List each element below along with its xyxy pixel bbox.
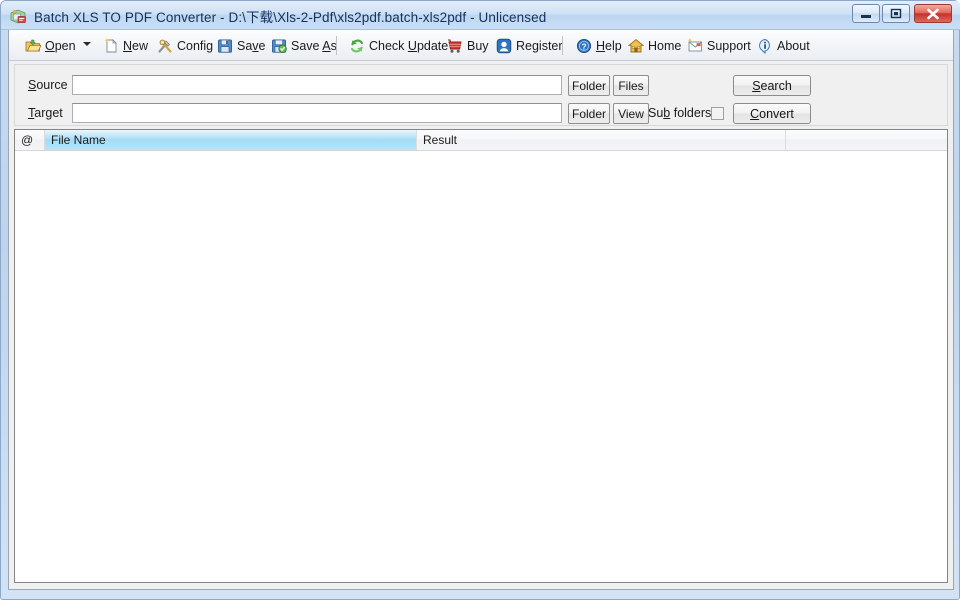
toolbar-separator-2 <box>562 36 563 55</box>
save-as-icon <box>271 38 287 54</box>
file-list-header: @ File Name Result <box>15 130 947 151</box>
title-bar[interactable]: Batch XLS TO PDF Converter - D:\下载\Xls-2… <box>1 1 960 30</box>
column-header-result[interactable]: Result <box>417 130 786 150</box>
application-window: Batch XLS TO PDF Converter - D:\下载\Xls-2… <box>0 0 960 600</box>
toolbar-button-check-update[interactable]: Check Update <box>345 33 452 58</box>
toolbar-button-config[interactable]: Config <box>153 33 217 58</box>
io-panel: Source Folder Files Sub folders Search T… <box>14 64 948 126</box>
target-folder-button[interactable]: Folder <box>568 103 610 124</box>
column-header-spare[interactable] <box>786 130 947 150</box>
source-folder-button[interactable]: Folder <box>568 75 610 96</box>
app-icon <box>10 7 28 25</box>
toolbar-button-about[interactable]: About <box>753 33 814 58</box>
minimize-icon <box>853 5 879 22</box>
toolbar-label-open: Open <box>45 38 76 53</box>
toolbar-button-save-as[interactable]: Save As <box>267 33 341 58</box>
toolbar-label-register: Register <box>516 38 563 53</box>
tools-icon <box>157 38 173 54</box>
close-button[interactable] <box>914 4 952 23</box>
envelope-icon <box>687 38 703 54</box>
target-view-button[interactable]: View <box>613 103 649 124</box>
source-files-button[interactable]: Files <box>613 75 649 96</box>
target-label: Target <box>28 106 63 120</box>
toolbar-label-save: Save <box>237 38 266 53</box>
file-list-body[interactable] <box>15 151 947 582</box>
toolbar-button-new[interactable]: New <box>99 33 152 58</box>
source-label: Source <box>28 78 68 92</box>
source-input[interactable] <box>72 75 562 95</box>
shopping-cart-icon <box>447 38 463 54</box>
toolbar-button-help[interactable]: ? Help <box>572 33 626 58</box>
refresh-icon <box>349 38 365 54</box>
toolbar-button-save[interactable]: Save <box>213 33 270 58</box>
info-icon <box>757 38 773 54</box>
toolbar-label-home: Home <box>648 38 682 53</box>
toolbar-button-register[interactable]: Register <box>492 33 567 58</box>
bottom-strip <box>9 584 953 589</box>
toolbar-label-help: Help <box>596 38 622 53</box>
toolbar-button-buy[interactable]: Buy <box>443 33 493 58</box>
toolbar-label-support: Support <box>707 38 751 53</box>
question-mark-icon: ? <box>576 38 592 54</box>
new-document-icon <box>103 38 119 54</box>
file-list[interactable]: @ File Name Result <box>14 129 948 583</box>
floppy-disk-icon <box>217 38 233 54</box>
toolbar-button-open[interactable]: Open <box>21 33 80 58</box>
subfolders-label: Sub folders <box>648 106 712 120</box>
toolbar-button-support[interactable]: Support <box>683 33 755 58</box>
toolbar-label-new: New <box>123 38 149 53</box>
register-key-icon <box>496 38 512 54</box>
toolbar-label-config: Config <box>177 38 214 53</box>
main-toolbar: Open New Config Save Save As Check Updat… <box>9 30 953 61</box>
column-header-file-name[interactable]: File Name <box>45 130 417 150</box>
house-icon <box>627 38 645 54</box>
maximize-icon <box>883 5 909 22</box>
client-area: Open New Config Save Save As Check Updat… <box>8 30 954 590</box>
window-title: Batch XLS TO PDF Converter - D:\下载\Xls-2… <box>34 10 547 25</box>
open-dropdown-arrow[interactable] <box>83 42 91 46</box>
toolbar-button-home[interactable]: Home <box>624 33 685 58</box>
toolbar-label-check-update: Check Update <box>369 38 449 53</box>
column-header-at[interactable]: @ <box>15 130 45 150</box>
toolbar-label-save-as: Save As <box>291 38 337 53</box>
toolbar-separator-1 <box>336 36 337 55</box>
minimize-button[interactable] <box>852 4 880 23</box>
svg-text:?: ? <box>581 41 586 51</box>
convert-button[interactable]: Convert <box>733 103 811 124</box>
close-icon <box>915 5 951 22</box>
toolbar-label-about: About <box>777 38 810 53</box>
search-button[interactable]: Search <box>733 75 811 96</box>
toolbar-label-buy: Buy <box>467 38 489 53</box>
maximize-button[interactable] <box>882 4 910 23</box>
target-input[interactable] <box>72 103 562 123</box>
open-folder-icon <box>25 38 42 54</box>
subfolders-checkbox[interactable] <box>711 107 724 120</box>
